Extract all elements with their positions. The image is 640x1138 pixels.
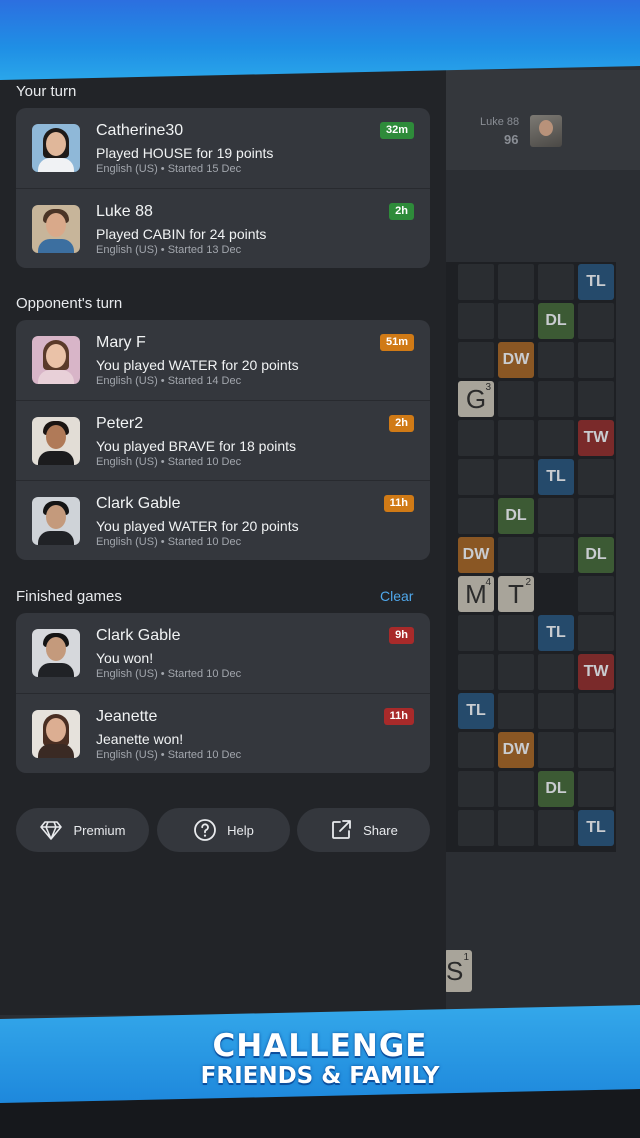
avatar [32, 336, 80, 384]
time-badge: 9h [389, 627, 414, 644]
banner-headline: CHALLENGE [212, 1028, 428, 1064]
last-move: You played WATER for 20 points [96, 518, 299, 534]
game-meta: English (US) • Started 10 Dec [96, 749, 242, 761]
game-row[interactable]: Catherine30 Played HOUSE for 19 points E… [16, 108, 430, 188]
player-name: Luke 88 [96, 203, 153, 220]
game-row[interactable]: Peter2 You played BRAVE for 18 points En… [16, 400, 430, 480]
game-row[interactable]: Clark Gable You won! English (US) • Star… [16, 613, 430, 693]
premium-label: Premium [73, 822, 126, 838]
premium-square-dl: DL [578, 537, 614, 573]
game-result: You won! [96, 650, 154, 666]
time-badge: 32m [379, 122, 414, 139]
tile-letter: S [446, 956, 464, 986]
game-row[interactable]: Mary F You played WATER for 20 points En… [16, 320, 430, 400]
share-label: Share [363, 822, 398, 838]
premium-square-dw: DW [458, 537, 494, 573]
section-title-your-turn: Your turn [16, 83, 77, 100]
opponent-score: 96 [504, 132, 519, 147]
game-meta: English (US) • Started 10 Dec [96, 456, 242, 468]
premium-square-dl: DL [498, 498, 534, 534]
game-row[interactable]: Clark Gable You played WATER for 20 poin… [16, 480, 430, 560]
time-badge: 2h [389, 415, 414, 432]
last-move: You played WATER for 20 points [96, 357, 299, 373]
premium-square-tl: TL [538, 615, 574, 651]
diamond-icon [40, 821, 63, 840]
tile-value: 1 [463, 952, 469, 963]
board-tile: T 2 [498, 576, 534, 612]
tile-letter: G [465, 383, 487, 414]
rack-tile[interactable]: S 1 [444, 950, 472, 992]
avatar [32, 205, 80, 253]
avatar [32, 629, 80, 677]
premium-square-dw: DW [498, 732, 534, 768]
player-name: Mary F [96, 334, 146, 351]
board-tile: M 4 [458, 576, 494, 612]
finished-games-list: Clark Gable You won! English (US) • Star… [16, 613, 430, 773]
premium-square-tl: TL [538, 459, 574, 495]
opponents-turn-list: Mary F You played WATER for 20 points En… [16, 320, 430, 560]
avatar [32, 417, 80, 465]
last-move: Played CABIN for 24 points [96, 226, 267, 242]
game-meta: English (US) • Started 13 Dec [96, 244, 242, 256]
premium-square-tw: TW [578, 420, 614, 456]
tile-value: 4 [485, 577, 491, 588]
section-title-finished-games: Finished games [16, 588, 122, 605]
tile-letter: T [508, 578, 524, 609]
premium-square-dl: DL [538, 771, 574, 807]
help-label: Help [227, 822, 254, 838]
board-tile: G 3 [458, 381, 494, 417]
avatar [32, 124, 80, 172]
player-name: Clark Gable [96, 627, 181, 644]
premium-square-tl: TL [578, 810, 614, 846]
last-move: Played HOUSE for 19 points [96, 145, 274, 161]
top-banner [0, 0, 640, 80]
game-meta: English (US) • Started 10 Dec [96, 668, 242, 680]
tile-value: 2 [525, 577, 531, 588]
share-icon [332, 820, 352, 839]
premium-square-dl: DL [538, 303, 574, 339]
game-meta: English (US) • Started 10 Dec [96, 536, 242, 548]
avatar [32, 497, 80, 545]
banner-subheadline: FRIENDS & FAMILY [200, 1063, 440, 1089]
game-board: TL DL DW TW TL DL DW DL TL TW TL DW DL T… [440, 262, 616, 852]
opponent-avatar [530, 115, 562, 147]
time-badge: 51m [379, 334, 414, 351]
player-name: Clark Gable [96, 495, 181, 512]
premium-square-tl: TL [578, 264, 614, 300]
game-result: Jeanette won! [96, 731, 184, 747]
game-meta: English (US) • Started 15 Dec [96, 163, 242, 175]
premium-square-dw: DW [498, 342, 534, 378]
time-badge: 2h [389, 203, 414, 220]
help-button[interactable]: Help [157, 808, 290, 852]
tile-value: 3 [485, 382, 491, 393]
premium-button[interactable]: Premium [16, 808, 149, 852]
your-turn-list: Catherine30 Played HOUSE for 19 points E… [16, 108, 430, 268]
player-name: Catherine30 [96, 122, 184, 139]
premium-square-tl: TL [458, 693, 494, 729]
player-name: Peter2 [96, 415, 144, 432]
time-badge: 11h [383, 495, 414, 512]
player-name: Jeanette [96, 708, 158, 725]
game-row[interactable]: Jeanette Jeanette won! English (US) • St… [16, 693, 430, 773]
tile-letter: M [465, 578, 487, 609]
game-meta: English (US) • Started 14 Dec [96, 375, 242, 387]
avatar [32, 710, 80, 758]
section-title-opponents-turn: Opponent's turn [16, 295, 123, 312]
game-row[interactable]: Luke 88 Played CABIN for 24 points Engli… [16, 188, 430, 268]
help-icon [194, 819, 217, 841]
opponent-name: Luke 88 [480, 116, 520, 128]
share-button[interactable]: Share [297, 808, 430, 852]
time-badge: 11h [383, 708, 414, 725]
premium-square-tw: TW [578, 654, 614, 690]
last-move: You played BRAVE for 18 points [96, 438, 297, 454]
clear-finished-button[interactable]: Clear [380, 588, 413, 604]
